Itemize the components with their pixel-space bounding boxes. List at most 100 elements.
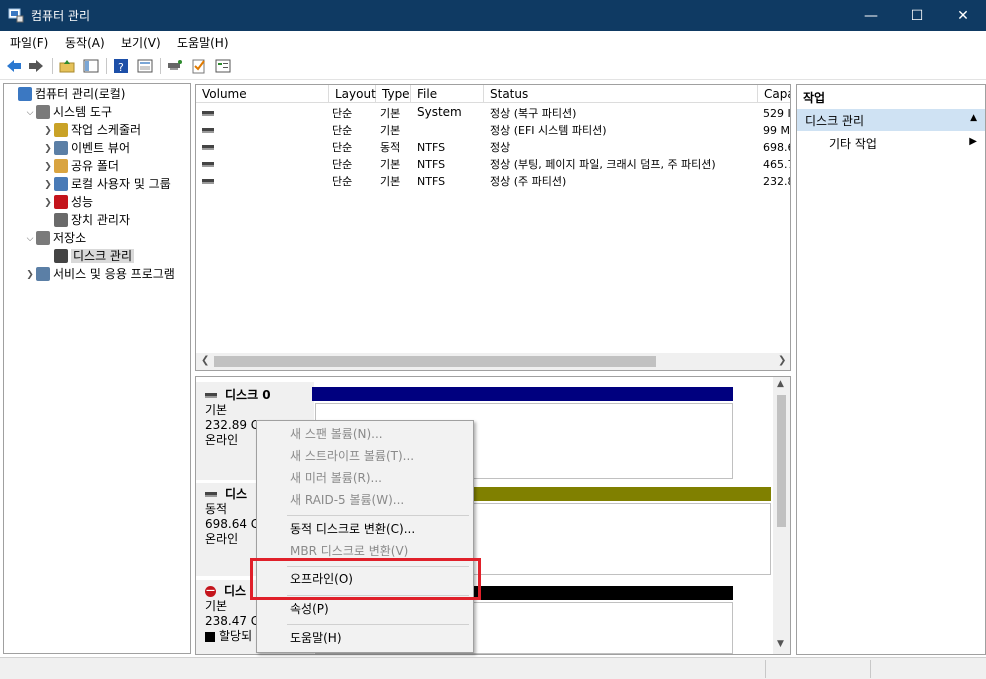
device-manager-icon [54,212,68,227]
tree-item-label: 로컬 사용자 및 그룹 [71,177,171,191]
highlight-box [250,558,481,600]
scroll-right-icon[interactable]: ❯ [778,355,786,366]
scroll-thumb[interactable] [777,395,786,527]
tree-item[interactable]: 장치 관리자 [6,211,190,229]
up-folder-button[interactable] [58,57,76,75]
menu-file[interactable]: 파일(F) [10,34,48,51]
scroll-up-icon[interactable]: ▲ [777,379,784,389]
action-more-actions[interactable]: 기타 작업 ▶ [797,133,985,153]
tree-item[interactable]: 디스크 관리 [6,247,190,265]
tree-item[interactable]: ❯ 로컬 사용자 및 그룹 [6,175,190,193]
volume-icon [202,145,214,150]
cell-type: 기본 [380,158,401,171]
back-button[interactable] [5,57,23,75]
volume-list: Volume Layout Type File System Status Ca… [195,84,791,371]
expand-right-icon[interactable]: ❯ [42,162,54,172]
cell-capacity: 99 M [763,124,790,137]
menu-item-properties[interactable]: 속성(P) [257,598,473,620]
expand-down-icon[interactable]: ⌵ [24,234,36,244]
menu-help[interactable]: 도움말(H) [177,34,229,51]
menu-item-convert-dynamic[interactable]: 동적 디스크로 변환(C)... [257,518,473,540]
vertical-scrollbar[interactable]: ▲ ▼ [773,377,790,654]
cell-capacity: 465.7 [763,158,790,171]
tree-item[interactable]: ⌵ 저장소 [6,229,190,247]
tree-item[interactable]: ❯ 서비스 및 응용 프로그램 [6,265,190,283]
collapse-up-icon[interactable]: ▲ [970,113,977,123]
table-row[interactable]: 단순 동적 NTFS 정상 698.6 [196,139,790,156]
cell-type: 기본 [380,107,401,120]
table-row[interactable]: 단순 기본 정상 (복구 파티션) 529 I [196,105,790,122]
actions-section-disk-management[interactable]: 디스크 관리 ▲ [797,109,985,131]
cell-type: 동적 [380,141,401,154]
column-header-layout[interactable]: Layout [329,85,376,103]
services-icon [36,266,50,281]
volume-icon [202,128,214,133]
check-button[interactable] [190,57,208,75]
tree-item[interactable]: ❯ 이벤트 뷰어 [6,139,190,157]
table-row[interactable]: 단순 기본 NTFS 정상 (주 파티션) 232.8 [196,173,790,190]
tree-item[interactable]: ❯ 성능 [6,193,190,211]
volume-icon [202,111,214,116]
table-row[interactable]: 단순 기본 정상 (EFI 시스템 파티션) 99 M [196,122,790,139]
expand-down-icon[interactable]: ⌵ [24,108,36,118]
expand-right-icon[interactable]: ❯ [42,180,54,190]
maximize-button[interactable]: ☐ [894,0,940,31]
column-header-volume[interactable]: Volume [196,85,329,103]
column-header-capacity[interactable]: Capa [758,85,790,103]
cell-layout: 단순 [332,141,353,154]
cell-status: 정상 [490,141,511,154]
menu-item-new-spanned-volume[interactable]: 새 스팬 볼륨(N)... [257,423,473,445]
scroll-down-icon[interactable]: ▼ [777,639,784,649]
column-header-file-system[interactable]: File System [411,85,484,119]
cell-capacity: 698.6 [763,141,790,154]
close-button[interactable]: ✕ [940,0,986,31]
horizontal-scrollbar[interactable]: ❮ ❯ [196,353,790,370]
tree-item-label: 시스템 도구 [53,105,113,119]
tree-item-label: 성능 [71,195,94,209]
tree-item[interactable]: ⌵ 시스템 도구 [6,103,190,121]
check-icon [192,59,205,74]
menu-separator [287,624,469,625]
properties-icon [137,59,153,73]
menu-item-new-raid5-volume[interactable]: 새 RAID-5 볼륨(W)... [257,489,473,511]
menu-item-new-mirrored-volume[interactable]: 새 미러 볼륨(R)... [257,467,473,489]
expand-right-icon[interactable]: ❯ [42,198,54,208]
computer-management-icon [18,86,32,101]
tree-item[interactable]: ❯ 작업 스케줄러 [6,121,190,139]
toolbar-separator [160,58,161,74]
tree-item[interactable]: ❯ 공유 폴더 [6,157,190,175]
connect-button[interactable] [166,57,184,75]
expand-right-icon[interactable]: ❯ [42,126,54,136]
help-icon: ? [114,59,128,74]
actions-pane: 작업 디스크 관리 ▲ 기타 작업 ▶ [796,84,986,655]
menu-item-new-striped-volume[interactable]: 새 스트라이프 볼륨(T)... [257,445,473,467]
expand-right-icon[interactable]: ❯ [42,144,54,154]
event-viewer-icon [54,140,68,155]
expand-right-icon[interactable]: ❯ [24,270,36,280]
maximize-icon: ☐ [910,7,924,24]
properties-button[interactable] [136,57,154,75]
actions-section-label: 디스크 관리 [805,114,865,128]
cell-status: 정상 (주 파티션) [490,175,567,188]
help-button[interactable]: ? [112,57,130,75]
view-icon [215,59,231,73]
menu-view[interactable]: 보기(V) [121,34,161,51]
scroll-left-icon[interactable]: ❮ [201,355,209,366]
scroll-thumb[interactable] [214,356,656,367]
tree-item[interactable]: 컴퓨터 관리(로컬) [6,85,190,103]
action-more-actions-label: 기타 작업 [829,137,877,151]
show-hide-tree-button[interactable] [82,57,100,75]
menu-item-help[interactable]: 도움말(H) [257,627,473,649]
disk-2-state: 할당되 [219,629,253,643]
disk-2-name: 디스 [224,584,247,598]
view-button[interactable] [214,57,232,75]
status-segment [765,660,766,678]
context-menu: 새 스팬 볼륨(N)... 새 스트라이프 볼륨(T)... 새 미러 볼륨(R… [256,420,474,653]
menu-action[interactable]: 동작(A) [65,34,105,51]
minimize-button[interactable]: — [848,0,894,31]
column-header-type[interactable]: Type [376,85,411,103]
volume-icon [202,162,214,167]
table-row[interactable]: 단순 기본 NTFS 정상 (부팅, 페이지 파일, 크래시 덤프, 주 파티션) 46… [196,156,790,173]
forward-button[interactable] [27,57,45,75]
column-header-status[interactable]: Status [484,85,758,103]
